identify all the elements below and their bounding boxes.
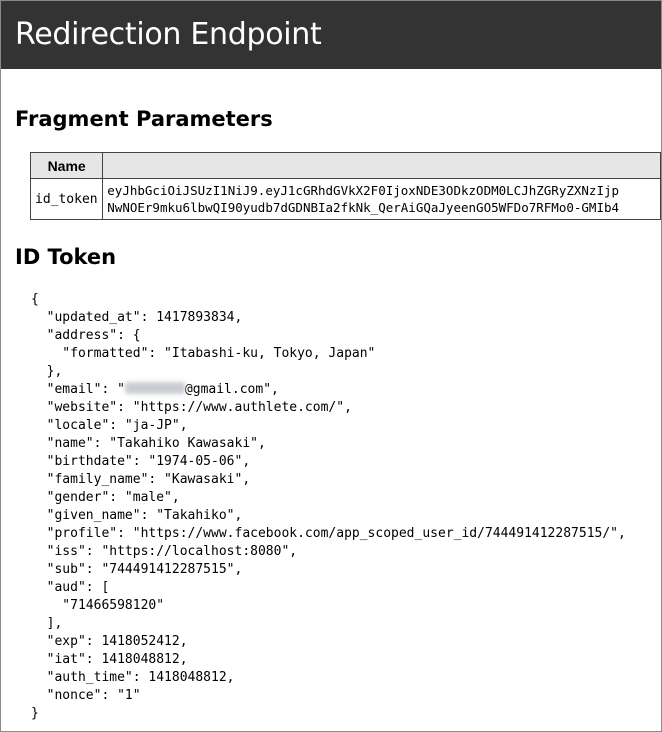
- json-line: "profile": "https://www.facebook.com/app…: [31, 526, 626, 541]
- json-line: "birthdate": "1974-05-06",: [31, 454, 251, 469]
- json-line: "name": "Takahiko Kawasaki",: [31, 436, 266, 451]
- json-line: ],: [31, 616, 63, 631]
- json-line-email: "email": ": [31, 382, 125, 397]
- id-token-heading: ID Token: [15, 245, 117, 269]
- json-line: "address": {: [31, 328, 141, 343]
- column-header-name: Name: [29, 152, 104, 179]
- json-line: "aud": [: [31, 580, 110, 595]
- param-value-line-2: NwNOEr9mku6lbwQI90yudb7dGDNBIa2fkNk_QerA…: [107, 200, 620, 215]
- json-line: "formatted": "Itabashi-ku, Tokyo, Japan": [31, 346, 376, 361]
- column-header-value: [102, 152, 661, 179]
- table-header-row: Name: [29, 152, 661, 179]
- json-line: {: [31, 292, 39, 307]
- page-header: Redirection Endpoint: [1, 1, 661, 69]
- json-line: "nonce": "1": [31, 688, 141, 703]
- json-line: "updated_at": 1417893834,: [31, 310, 243, 325]
- json-line: },: [31, 364, 63, 379]
- page-frame: Redirection Endpoint Fragment Parameters…: [0, 0, 662, 732]
- table-row: id_token eyJhbGciOiJSUzI1NiJ9.eyJ1cGRhdG…: [29, 178, 661, 220]
- param-name-cell: id_token: [29, 178, 104, 220]
- param-value-cell[interactable]: eyJhbGciOiJSUzI1NiJ9.eyJ1cGRhdGVkX2F0Ijo…: [102, 178, 661, 220]
- param-value-line-1: eyJhbGciOiJSUzI1NiJ9.eyJ1cGRhdGVkX2F0Ijo…: [107, 183, 620, 198]
- json-line: "family_name": "Kawasaki",: [31, 472, 251, 487]
- redacted-email-blur: [124, 382, 185, 394]
- json-line: }: [31, 706, 39, 721]
- email-suffix: @gmail.com",: [184, 382, 279, 397]
- id-token-json[interactable]: { "updated_at": 1417893834, "address": {…: [31, 291, 626, 723]
- page-title: Redirection Endpoint: [15, 17, 322, 52]
- json-line: "locale": "ja-JP",: [31, 418, 188, 433]
- json-line: "website": "https://www.authlete.com/",: [31, 400, 352, 415]
- fragment-parameters-heading: Fragment Parameters: [15, 107, 273, 131]
- json-line: "given_name": "Takahiko",: [31, 508, 243, 523]
- json-line: "sub": "744491412287515",: [31, 562, 243, 577]
- json-line: "gender": "male",: [31, 490, 180, 505]
- json-line: "71466598120": [31, 598, 165, 613]
- json-line: "exp": 1418052412,: [31, 634, 188, 649]
- json-line: "iat": 1418048812,: [31, 652, 188, 667]
- fragment-parameters-table: Name id_token eyJhbGciOiJSUzI1NiJ9.eyJ1c…: [29, 152, 661, 220]
- json-line: "iss": "https://localhost:8080",: [31, 544, 298, 559]
- json-line: "auth_time": 1418048812,: [31, 670, 235, 685]
